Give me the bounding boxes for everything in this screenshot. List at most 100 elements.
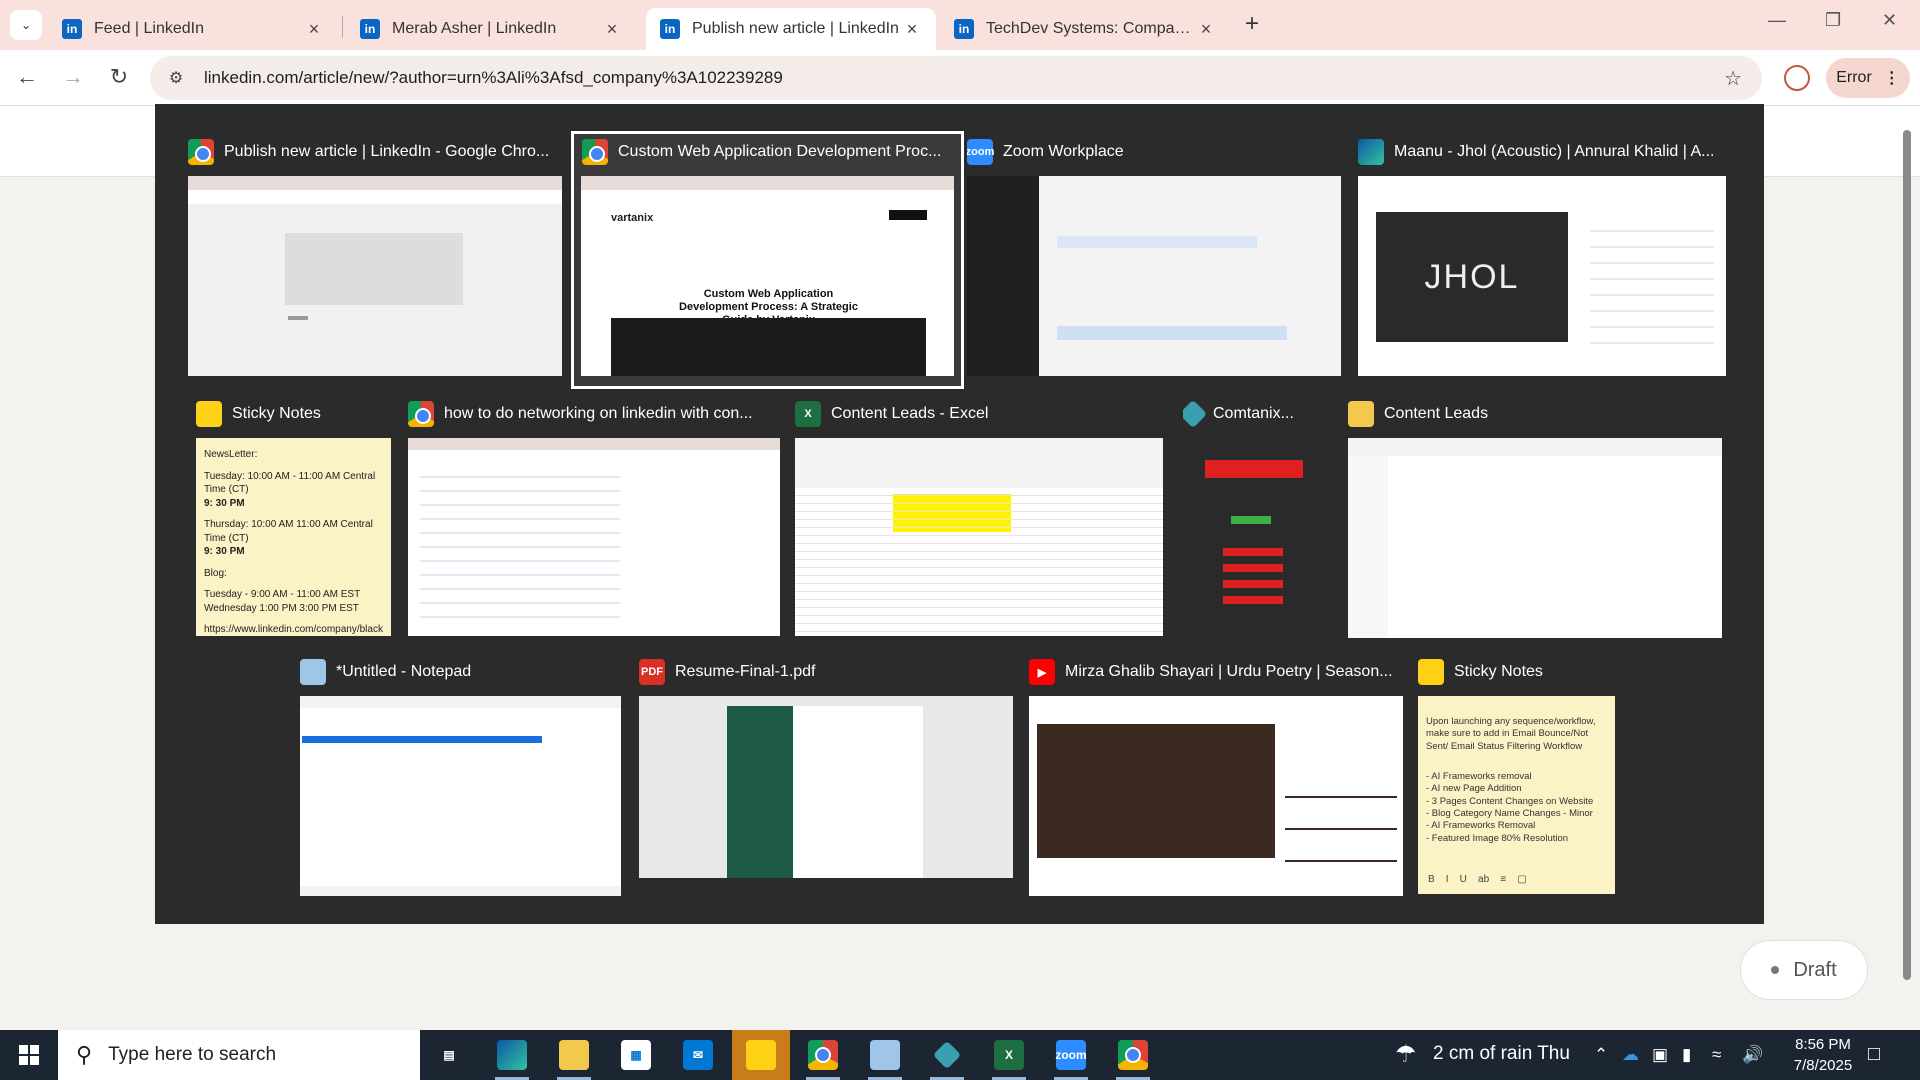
tab-techdev[interactable]: in TechDev Systems: Company Pa ×	[940, 8, 1230, 50]
zoom-icon: zoom	[1055, 1040, 1087, 1070]
sticky-line: Upon launching any sequence/workflow, ma…	[1426, 716, 1596, 752]
system-clock[interactable]: 8:56 PM 7/8/2025	[1778, 1034, 1868, 1076]
switcher-window-content-leads-excel[interactable]: X Content Leads - Excel	[795, 396, 1170, 646]
window-thumbnail	[795, 438, 1163, 636]
window-thumbnail	[967, 176, 1341, 376]
window-thumbnail: JHOL	[1358, 176, 1726, 376]
close-window-button[interactable]: ✕	[1882, 10, 1897, 31]
tab-label: TechDev Systems: Company Pa	[986, 20, 1196, 37]
taskbar-notepad[interactable]	[856, 1030, 914, 1080]
window-title: *Untitled - Notepad	[336, 663, 472, 680]
linkedin-icon: in	[62, 19, 82, 39]
taskbar-chrome[interactable]	[794, 1030, 852, 1080]
rain-umbrella-icon[interactable]: ☂	[1395, 1040, 1417, 1069]
switcher-window-comtanix[interactable]: Comtanix...	[1183, 396, 1333, 646]
url-text[interactable]: linkedin.com/article/new/?author=urn%3Al…	[204, 68, 783, 88]
switcher-window-content-leads-folder[interactable]: Content Leads	[1348, 396, 1728, 646]
chrome-icon	[408, 401, 434, 427]
task-view-icon: ▤	[443, 1048, 455, 1062]
address-bar[interactable]: ⚙ linkedin.com/article/new/?author=urn%3…	[150, 56, 1762, 100]
sticky-line: Tuesday - 9:00 AM - 11:00 AM EST	[204, 589, 361, 600]
bookmark-star-icon[interactable]: ☆	[1724, 66, 1742, 91]
tab-strip: ⌄ in Feed | LinkedIn × in Merab Asher | …	[0, 0, 1920, 50]
draft-status[interactable]: Draft	[1740, 940, 1868, 1000]
taskbar-excel[interactable]: X	[980, 1030, 1038, 1080]
clock-date: 7/8/2025	[1793, 1057, 1853, 1074]
switcher-window-maanu-jhol[interactable]: Maanu - Jhol (Acoustic) | Annural Khalid…	[1358, 134, 1738, 386]
scrollbar-thumb[interactable]	[1903, 130, 1911, 980]
sticky-line: - AI new Page Addition	[1426, 783, 1522, 795]
chevron-up-icon[interactable]: ⌃	[1594, 1045, 1608, 1065]
sticky-heading: NewsLetter:	[204, 449, 258, 460]
taskbar-store[interactable]: ▦	[607, 1030, 665, 1080]
linkedin-icon: in	[954, 19, 974, 39]
taskbar-search[interactable]: ⚲ Type here to search	[58, 1030, 420, 1080]
battery-icon[interactable]: ▮	[1682, 1045, 1691, 1065]
draft-label: Draft	[1793, 958, 1837, 981]
notifications-icon[interactable]: □	[1868, 1043, 1880, 1066]
sticky-line: Blog:	[204, 567, 227, 579]
taskbar-chrome-2[interactable]	[1104, 1030, 1162, 1080]
switcher-window-sticky-notes-2[interactable]: Sticky Notes Upon launching any sequence…	[1418, 654, 1618, 904]
volume-icon[interactable]: 🔊	[1742, 1045, 1763, 1065]
profile-icon[interactable]	[1784, 65, 1810, 91]
window-title: Comtanix...	[1213, 405, 1294, 422]
tab-feed[interactable]: in Feed | LinkedIn ×	[48, 8, 338, 50]
task-switcher: Publish new article | LinkedIn - Google …	[155, 104, 1764, 924]
close-icon[interactable]: ×	[902, 19, 922, 40]
mail-icon: ✉	[683, 1040, 713, 1070]
window-title: Maanu - Jhol (Acoustic) | Annural Khalid…	[1394, 143, 1715, 160]
new-tab-button[interactable]: +	[1245, 10, 1259, 38]
sticky-notes-icon	[746, 1040, 776, 1070]
start-button[interactable]	[0, 1030, 58, 1080]
switcher-window-networking[interactable]: how to do networking on linkedin with co…	[408, 396, 783, 646]
window-thumbnail	[639, 696, 1013, 878]
tab-search-button[interactable]: ⌄	[10, 10, 42, 40]
switcher-window-publish-article[interactable]: Publish new article | LinkedIn - Google …	[188, 134, 568, 386]
weather-text[interactable]: 2 cm of rain Thu	[1433, 1043, 1570, 1065]
zoom-icon: zoom	[967, 139, 994, 165]
folder-icon	[559, 1040, 589, 1070]
restore-button[interactable]: ❐	[1825, 10, 1841, 31]
taskbar-edge[interactable]	[483, 1030, 541, 1080]
more-vert-icon[interactable]: ⋮	[1884, 68, 1900, 88]
chevron-down-icon: ⌄	[20, 18, 32, 32]
sticky-line: 9: 30 PM	[204, 546, 245, 557]
clock-time: 8:56 PM	[1795, 1036, 1851, 1053]
minimize-button[interactable]: —	[1768, 10, 1786, 31]
window-thumbnail	[1348, 438, 1722, 638]
switcher-window-zoom[interactable]: zoom Zoom Workplace	[967, 134, 1347, 386]
taskbar: ⚲ Type here to search ▤ ▦ ✉ X zoom ☂ 2 c…	[0, 1030, 1920, 1080]
taskbar-zoom[interactable]: zoom	[1042, 1030, 1100, 1080]
thumb-brand: vartanix	[611, 212, 654, 224]
taskbar-comtanix[interactable]	[918, 1030, 976, 1080]
meet-now-icon[interactable]: ▣	[1652, 1045, 1668, 1065]
taskbar-mail[interactable]: ✉	[669, 1030, 727, 1080]
window-thumbnail	[300, 696, 621, 896]
format-toolbar[interactable]: B I U ab ≡ ▢	[1428, 874, 1527, 885]
chrome-icon	[1118, 1040, 1148, 1070]
onedrive-icon[interactable]: ☁	[1622, 1045, 1639, 1065]
reload-button[interactable]: ↻	[104, 64, 134, 90]
switcher-window-notepad[interactable]: *Untitled - Notepad	[300, 654, 625, 904]
close-icon[interactable]: ×	[1196, 19, 1216, 40]
site-settings-icon[interactable]: ⚙	[156, 68, 196, 88]
taskbar-sticky-notes[interactable]	[732, 1030, 790, 1080]
error-button[interactable]: Error ⋮	[1826, 58, 1910, 98]
switcher-window-sticky-notes-1[interactable]: Sticky Notes NewsLetter: Tuesday: 10:00 …	[196, 396, 396, 646]
close-icon[interactable]: ×	[602, 19, 622, 40]
tab-merab-asher[interactable]: in Merab Asher | LinkedIn ×	[346, 8, 636, 50]
page-scrollbar[interactable]	[1900, 110, 1914, 1020]
task-view-button[interactable]: ▤	[420, 1030, 478, 1080]
switcher-window-custom-web-app[interactable]: Custom Web Application Development Proc.…	[571, 131, 964, 389]
close-icon[interactable]: ×	[304, 19, 324, 40]
window-thumbnail	[408, 438, 780, 636]
wifi-icon[interactable]: ≈	[1712, 1045, 1721, 1065]
forward-button[interactable]: →	[58, 64, 88, 90]
back-button[interactable]: ←	[12, 64, 42, 90]
switcher-window-resume-pdf[interactable]: PDF Resume-Final-1.pdf	[639, 654, 1019, 904]
tab-publish-article[interactable]: in Publish new article | LinkedIn ×	[646, 8, 936, 50]
search-icon: ⚲	[76, 1042, 93, 1067]
switcher-window-mirza-ghalib[interactable]: ▶ Mirza Ghalib Shayari | Urdu Poetry | Se…	[1029, 654, 1409, 904]
taskbar-file-explorer[interactable]	[545, 1030, 603, 1080]
